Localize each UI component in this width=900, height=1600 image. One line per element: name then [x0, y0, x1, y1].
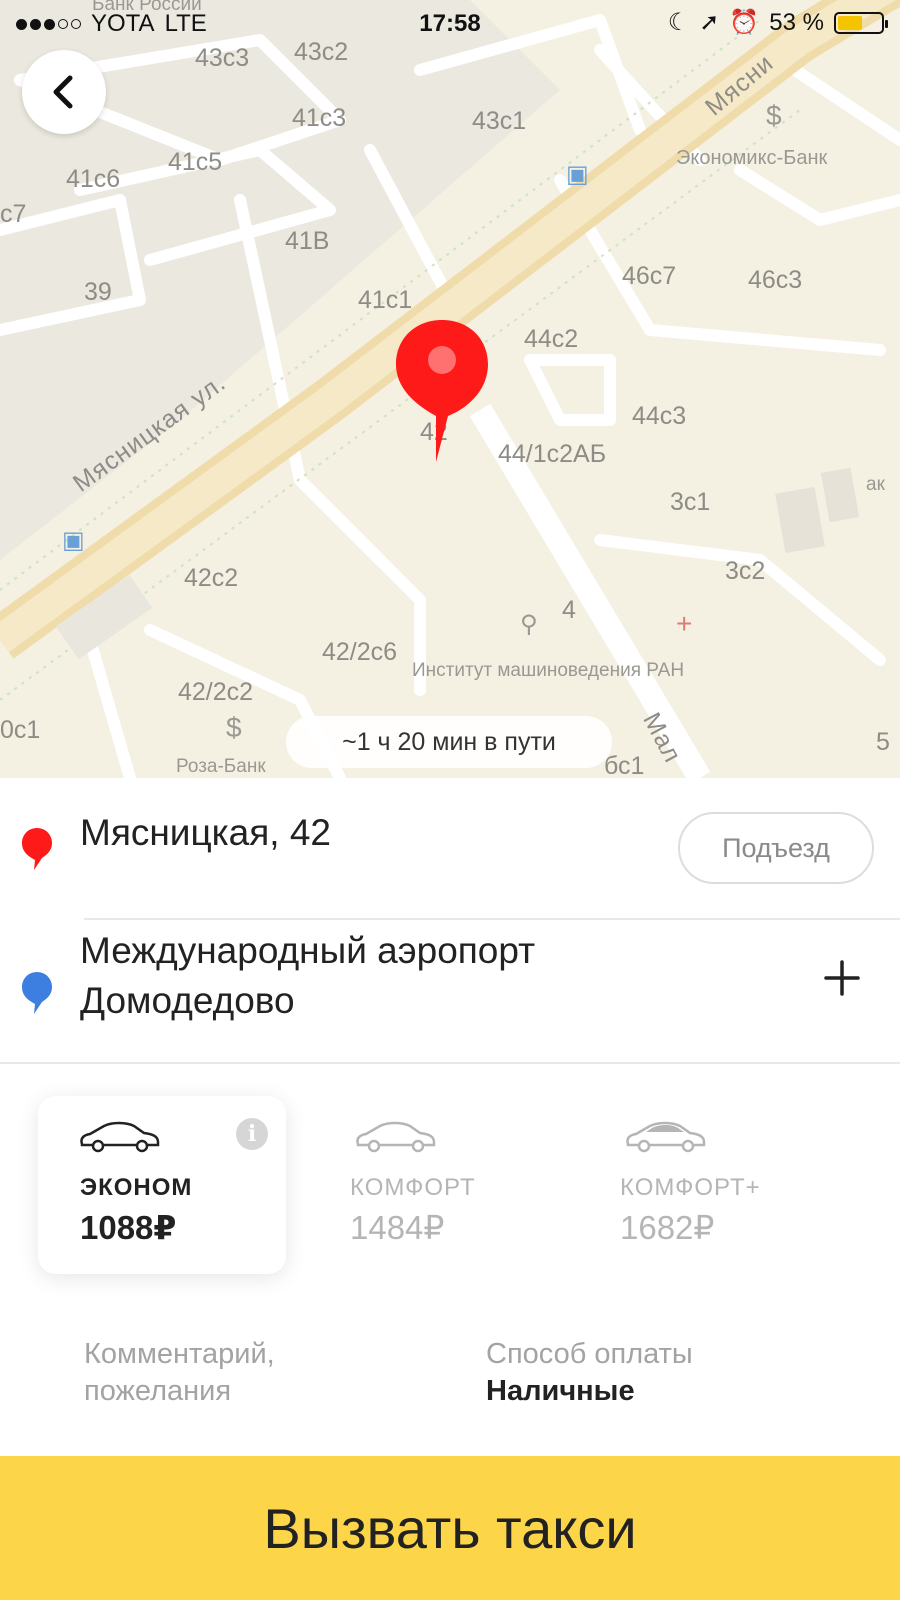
map-house-number: 3c2: [725, 557, 766, 585]
destination-address: Международный аэропорт Домодедово: [80, 926, 535, 1026]
eta-badge: ~1 ч 20 мин в пути: [286, 716, 612, 768]
map-house-number: 41c3: [292, 104, 347, 132]
hospital-icon[interactable]: +: [676, 608, 692, 640]
map-house-number: 42/2c2: [178, 678, 254, 706]
tariff-name: КОМФОРТ: [350, 1174, 476, 1201]
car-icon: [356, 1121, 436, 1153]
comment-label-line-2: пожелания: [84, 1375, 232, 1407]
tariff-comfort-plus[interactable]: КОМФОРТ+ 1682₽: [578, 1096, 826, 1274]
map-house-number: 41c6: [66, 165, 121, 193]
map-house-number: 43c1: [472, 107, 527, 135]
tariff-price: 1088₽: [80, 1209, 177, 1246]
map-house-number: 39: [84, 278, 112, 306]
car-icon: [626, 1121, 706, 1153]
battery-icon: [834, 11, 888, 34]
poi-label: Роза-Банк: [176, 756, 266, 777]
map-house-number: c7: [0, 200, 27, 228]
pickup-marker-icon: [22, 828, 52, 870]
pickup-address: Мясницкая, 42: [80, 812, 331, 853]
comment-label-line-1: Комментарий,: [84, 1338, 275, 1370]
map-house-number: 3c1: [670, 488, 711, 516]
metro-icon[interactable]: ▣: [62, 526, 85, 555]
location-arrow-icon: ➚: [699, 9, 720, 36]
tariff-price: 1484₽: [350, 1209, 445, 1246]
tariff-selector: i ЭКОНОМ 1088₽ КОМФОРТ 1484₽ КОМФОРТ+ 16…: [0, 1064, 900, 1294]
tariff-comfort[interactable]: КОМФОРТ 1484₽: [308, 1096, 556, 1274]
map-house-number: 44c3: [632, 402, 687, 430]
poi-label: ак: [866, 474, 885, 495]
tariff-econom[interactable]: i ЭКОНОМ 1088₽: [38, 1096, 286, 1274]
tariff-price: 1682₽: [620, 1209, 715, 1246]
bank-icon[interactable]: $: [766, 100, 782, 132]
map-house-number: 41c1: [358, 286, 413, 314]
alarm-icon: ⏰: [729, 9, 760, 36]
monument-icon[interactable]: ⚲: [520, 610, 538, 639]
map-house-number: 5: [876, 728, 890, 756]
poi-label: Экономикс-Банк: [676, 147, 828, 169]
map-house-number: 46c3: [748, 266, 803, 294]
metro-icon[interactable]: ▣: [566, 160, 589, 189]
call-taxi-button[interactable]: Вызвать такси: [0, 1456, 900, 1600]
destination-address-row[interactable]: Международный аэропорт Домодедово: [0, 920, 900, 1060]
map-house-number: 43c3: [195, 44, 250, 72]
car-icon: [80, 1121, 160, 1153]
moon-icon: ☾: [667, 9, 690, 36]
bank-icon[interactable]: $: [226, 712, 242, 744]
map-house-number: 4: [562, 596, 576, 624]
destination-line-1: Международный аэропорт: [80, 930, 536, 971]
map-house-number: 44/1c2АБ: [498, 440, 607, 468]
tariff-name: КОМФОРТ+: [620, 1174, 761, 1201]
poi-label: Институт машиноведения РАН: [412, 660, 685, 681]
entrance-button[interactable]: Подъезд: [678, 812, 874, 884]
destination-line-2: Домодедово: [80, 980, 295, 1021]
status-bar: YOTA LTE 17:58 ☾ ➚ ⏰ 53 %: [0, 0, 900, 48]
info-icon[interactable]: i: [236, 1118, 268, 1150]
battery-percent: 53 %: [769, 8, 824, 36]
pickup-pin-icon[interactable]: [396, 316, 496, 466]
map-house-number: 42/2c6: [322, 638, 398, 666]
chevron-left-icon: [53, 75, 73, 109]
payment-value: Наличные: [486, 1375, 635, 1407]
map-house-number: бс1: [604, 752, 645, 778]
map-house-number: 42c2: [184, 564, 239, 592]
map-house-number: 41c5: [168, 148, 223, 176]
map-view[interactable]: 43c3 43c2 41c3 43c1 41c5 41c6 c7 41B 39 …: [0, 0, 900, 778]
back-button[interactable]: [22, 50, 106, 134]
map-house-number: 0c1: [0, 716, 41, 744]
tariff-name: ЭКОНОМ: [80, 1174, 193, 1201]
payment-option[interactable]: Способ оплаты Наличные: [486, 1336, 693, 1410]
payment-label: Способ оплаты: [486, 1338, 693, 1370]
pickup-address-row[interactable]: Мясницкая, 42 Подъезд: [0, 778, 900, 918]
map-house-number: 44c2: [524, 325, 579, 353]
map-house-number: 46c7: [622, 262, 677, 290]
map-house-number: 41B: [285, 227, 330, 255]
add-stop-icon[interactable]: [820, 956, 864, 1000]
comment-option[interactable]: Комментарий, пожелания: [84, 1336, 275, 1410]
destination-marker-icon: [22, 972, 52, 1014]
